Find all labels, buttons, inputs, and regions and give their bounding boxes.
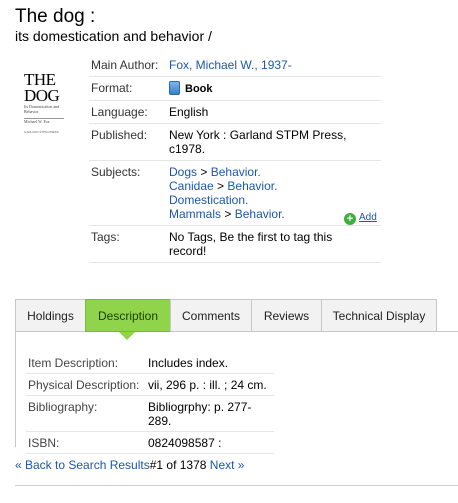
detail-row-language: Language: English [89, 100, 381, 124]
tab-comments[interactable]: Comments [170, 299, 252, 332]
next-record-link[interactable]: Next » [210, 458, 245, 472]
cover-title: THE DOG [24, 70, 60, 105]
subject-link[interactable]: Domestication. [169, 193, 248, 207]
subject-line: Domestication. [169, 193, 381, 207]
book-icon [169, 81, 180, 95]
desc-row-physical-description: Physical Description: vii, 296 p. : ill.… [26, 373, 274, 396]
format-value: Book [185, 83, 213, 95]
cover-publisher: GARLAND STPM PRESS [24, 130, 59, 134]
bibliography-label: Bibliography: [26, 395, 146, 432]
bibliography-value: Bibliogrphy: p. 277-289. [146, 395, 274, 432]
record-subtitle: its domestication and behavior / [15, 28, 212, 44]
subject-link[interactable]: Behavior. [235, 207, 285, 221]
subject-separator: > [200, 165, 208, 179]
detail-row-format: Format: Book [89, 76, 381, 101]
isbn-value: 0824098587 : [146, 431, 274, 454]
format-label: Format: [89, 76, 167, 101]
desc-row-bibliography: Bibliography: Bibliogrphy: p. 277-289. [26, 395, 274, 432]
detail-row-main-author: Main Author: Fox, Michael W., 1937- [89, 54, 381, 77]
tab-description[interactable]: Description [85, 299, 171, 332]
back-to-results-link[interactable]: « Back to Search Results [15, 458, 150, 472]
physical-description-value: vii, 296 p. : ill. ; 24 cm. [146, 373, 274, 396]
add-tag-label: Add [359, 212, 377, 223]
published-value: New York : Garland STPM Press, c1978. [167, 123, 381, 161]
main-author-link[interactable]: Fox, Michael W., 1937- [169, 58, 292, 72]
tab-holdings[interactable]: Holdings [15, 299, 86, 332]
plus-circle-icon: + [344, 213, 356, 225]
cover-subtitle: Its Domestication and Behavior [24, 104, 60, 114]
desc-row-item-description: Item Description: Includes index. [26, 352, 274, 374]
cover-author: Michael W. Fox [24, 119, 50, 124]
detail-row-published: Published: New York : Garland STPM Press… [89, 123, 381, 161]
main-author-label: Main Author: [89, 54, 167, 77]
description-table: Item Description: Includes index. Physic… [26, 352, 274, 454]
subject-link[interactable]: Behavior. [211, 165, 261, 179]
tab-reviews[interactable]: Reviews [251, 299, 322, 332]
subject-separator: > [217, 179, 225, 193]
language-label: Language: [89, 100, 167, 124]
detail-row-tags: Tags: No Tags, Be the first to tag this … [89, 225, 381, 263]
subject-link[interactable]: Dogs [169, 165, 197, 179]
record-tabs: Holdings Description Comments Reviews Te… [15, 299, 458, 332]
tags-value: No Tags, Be the first to tag this record… [167, 225, 381, 263]
book-cover-thumbnail[interactable]: THE DOG Its Domestication and Behavior M… [24, 70, 72, 134]
record-title: The dog : [15, 6, 96, 27]
tags-label: Tags: [89, 225, 167, 263]
physical-description-label: Physical Description: [26, 373, 146, 396]
add-tag-button[interactable]: + Add [344, 212, 377, 225]
published-label: Published: [89, 123, 167, 161]
result-position: #1 of 1378 [149, 458, 207, 472]
tab-technical-display[interactable]: Technical Display [321, 299, 437, 332]
isbn-label: ISBN: [26, 431, 146, 454]
subjects-label: Subjects: [89, 160, 167, 226]
item-description-value: Includes index. [146, 352, 274, 374]
detail-row-subjects: Subjects: Dogs > Behavior. Canidae > Beh… [89, 160, 381, 226]
desc-row-isbn: ISBN: 0824098587 : [26, 431, 274, 454]
results-navigation: « Back to Search Results#1 of 1378 Next … [15, 458, 244, 472]
subject-link[interactable]: Mammals [169, 207, 221, 221]
subject-separator: > [224, 207, 232, 221]
subject-link[interactable]: Behavior. [227, 179, 277, 193]
subject-line: Canidae > Behavior. [169, 179, 381, 193]
record-details-table: Main Author: Fox, Michael W., 1937- Form… [89, 54, 381, 263]
divider [15, 485, 458, 486]
subject-line: Dogs > Behavior. [169, 165, 381, 179]
subject-link[interactable]: Canidae [169, 179, 214, 193]
item-description-label: Item Description: [26, 352, 146, 374]
language-value: English [167, 100, 381, 124]
